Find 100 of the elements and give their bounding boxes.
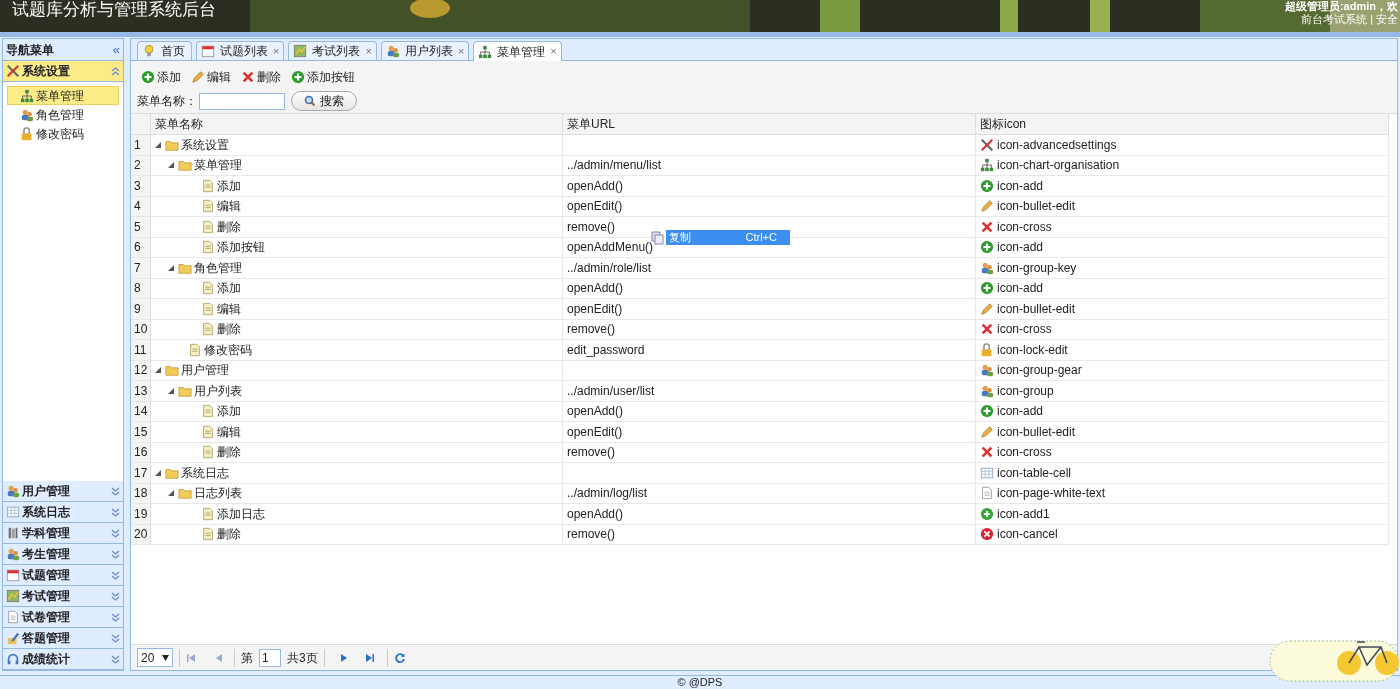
- toolbar-button[interactable]: 添加: [141, 67, 181, 87]
- column-header[interactable]: 图标icon: [976, 114, 1389, 134]
- table-cell-text: openAdd(): [567, 403, 624, 421]
- tree-node-label[interactable]: 用户管理: [181, 361, 229, 380]
- close-button[interactable]: ×: [550, 43, 557, 60]
- header-link[interactable]: 前台考试系统: [1301, 13, 1368, 26]
- hierarchy-icon: [980, 158, 994, 173]
- column-header[interactable]: 菜单URL: [563, 114, 976, 134]
- row-number: 6: [131, 237, 151, 257]
- accordion-header[interactable]: 用户管理: [3, 481, 123, 502]
- tree-node-label[interactable]: 角色管理: [194, 258, 242, 277]
- tree-node-label[interactable]: 删除: [217, 217, 241, 236]
- tree-node-label[interactable]: 添加按钮: [217, 238, 265, 257]
- expanded-arrow-icon[interactable]: [168, 387, 174, 394]
- tab[interactable]: 首页: [137, 41, 192, 60]
- tree-node-label[interactable]: 修改密码: [204, 340, 252, 359]
- expanded-arrow-icon[interactable]: [155, 367, 161, 374]
- tree-node-label[interactable]: 添加: [217, 402, 241, 421]
- table-cell-text: openEdit(): [567, 198, 623, 216]
- expanded-arrow-icon[interactable]: [168, 264, 174, 271]
- table-cell-text: icon-bullet-edit: [997, 300, 1076, 318]
- tree-node-label[interactable]: 系统日志: [181, 463, 229, 482]
- expanded-arrow-icon[interactable]: [168, 162, 174, 169]
- people-icon: [6, 484, 20, 498]
- table-cell-text: icon-add: [997, 177, 1044, 195]
- table-cell-text: openAdd(): [567, 177, 624, 195]
- accordion-header[interactable]: 考试管理: [3, 586, 123, 607]
- sidebar-item[interactable]: 修改密码: [7, 124, 119, 143]
- search-icon: [304, 95, 316, 107]
- row-number: 14: [131, 401, 151, 421]
- tree-node-label[interactable]: 添加日志: [217, 504, 265, 523]
- tree-node-label[interactable]: 编辑: [217, 197, 241, 216]
- page-size-select[interactable]: 20: [137, 648, 173, 667]
- refresh-icon[interactable]: [393, 651, 406, 664]
- toolbar-button[interactable]: 编辑: [191, 67, 231, 87]
- toolbar-button[interactable]: 删除: [241, 67, 281, 87]
- tab[interactable]: 考试列表 ×: [288, 41, 377, 60]
- accordion-header[interactable]: 学科管理: [3, 523, 123, 544]
- tools-icon: [980, 137, 994, 152]
- row-number: 3: [131, 176, 151, 196]
- tree-node-label[interactable]: 删除: [217, 525, 241, 544]
- row-number: 1: [131, 135, 151, 155]
- accordion-header[interactable]: 答题管理: [3, 628, 123, 649]
- tree-node-label[interactable]: 添加: [217, 176, 241, 195]
- close-button[interactable]: ×: [273, 42, 280, 60]
- tree-node-label[interactable]: 日志列表: [194, 484, 242, 503]
- expanded-arrow-icon[interactable]: [168, 490, 174, 497]
- collapse-button[interactable]: «: [112, 39, 120, 60]
- tab[interactable]: 用户列表 ×: [380, 41, 470, 60]
- search-button[interactable]: 搜索: [291, 91, 357, 111]
- folder-icon: [178, 486, 192, 501]
- close-button[interactable]: ×: [457, 42, 465, 60]
- people-icon: [980, 260, 994, 275]
- close-button[interactable]: ×: [365, 42, 372, 60]
- page-label: 第: [241, 649, 253, 667]
- last-page-icon[interactable]: [364, 652, 375, 663]
- expanded-arrow-icon[interactable]: [155, 141, 161, 148]
- column-header[interactable]: 菜单名称: [151, 114, 563, 134]
- pencil-icon: [980, 424, 994, 439]
- tree-node-label[interactable]: 菜单管理: [194, 156, 242, 175]
- row-number: 11: [131, 340, 151, 360]
- hierarchy-icon: [20, 88, 34, 103]
- tab[interactable]: 菜单管理 ×: [473, 41, 562, 61]
- row-number: 12: [131, 360, 151, 380]
- app-title: 试题库分析与管理系统后台: [11, 0, 217, 20]
- row-number: 18: [131, 483, 151, 503]
- table-cell-text: remove(): [567, 321, 615, 339]
- close-icon: [241, 70, 255, 84]
- row-number: 17: [131, 463, 151, 483]
- tree-node-label[interactable]: 用户列表: [194, 381, 242, 400]
- table-cell-text: remove(): [567, 526, 615, 544]
- accordion-header[interactable]: 考生管理: [3, 544, 123, 565]
- table-cell-text: openAddMenu(): [567, 239, 654, 257]
- accordion-header[interactable]: 成绩统计: [3, 649, 123, 670]
- document-icon: [201, 424, 215, 439]
- table-cell-text: icon-chart-organisation: [997, 157, 1120, 175]
- tree-node-label[interactable]: 删除: [217, 443, 241, 462]
- expanded-arrow-icon[interactable]: [155, 469, 161, 476]
- table-cell-text: icon-cross: [997, 218, 1052, 236]
- search-field[interactable]: [199, 92, 285, 110]
- accordion-header[interactable]: 试题管理: [3, 565, 123, 586]
- accordion-header[interactable]: 试卷管理: [3, 607, 123, 628]
- toolbar-button[interactable]: 添加按钮: [291, 67, 355, 87]
- table-cell-text: ../admin/menu/list: [567, 157, 662, 175]
- tree-node-label[interactable]: 删除: [217, 320, 241, 339]
- tree-node-label[interactable]: 编辑: [217, 299, 241, 318]
- people-icon: [20, 107, 34, 122]
- tree-node-label[interactable]: 系统设置: [181, 135, 229, 154]
- accordion-header[interactable]: 系统设置: [3, 61, 123, 82]
- sidebar-item[interactable]: 菜单管理: [7, 86, 119, 105]
- tree-node-label[interactable]: 编辑: [217, 422, 241, 441]
- row-number: 16: [131, 442, 151, 462]
- row-number: 19: [131, 504, 151, 524]
- next-page-icon[interactable]: [338, 652, 349, 663]
- double-chevron-down-icon: [111, 507, 120, 517]
- accordion-header[interactable]: 系统日志: [3, 502, 123, 523]
- page-field[interactable]: 1: [259, 648, 281, 667]
- tab[interactable]: 试题列表 ×: [196, 41, 285, 60]
- sidebar-item[interactable]: 角色管理: [7, 105, 119, 124]
- tree-node-label[interactable]: 添加: [217, 279, 241, 298]
